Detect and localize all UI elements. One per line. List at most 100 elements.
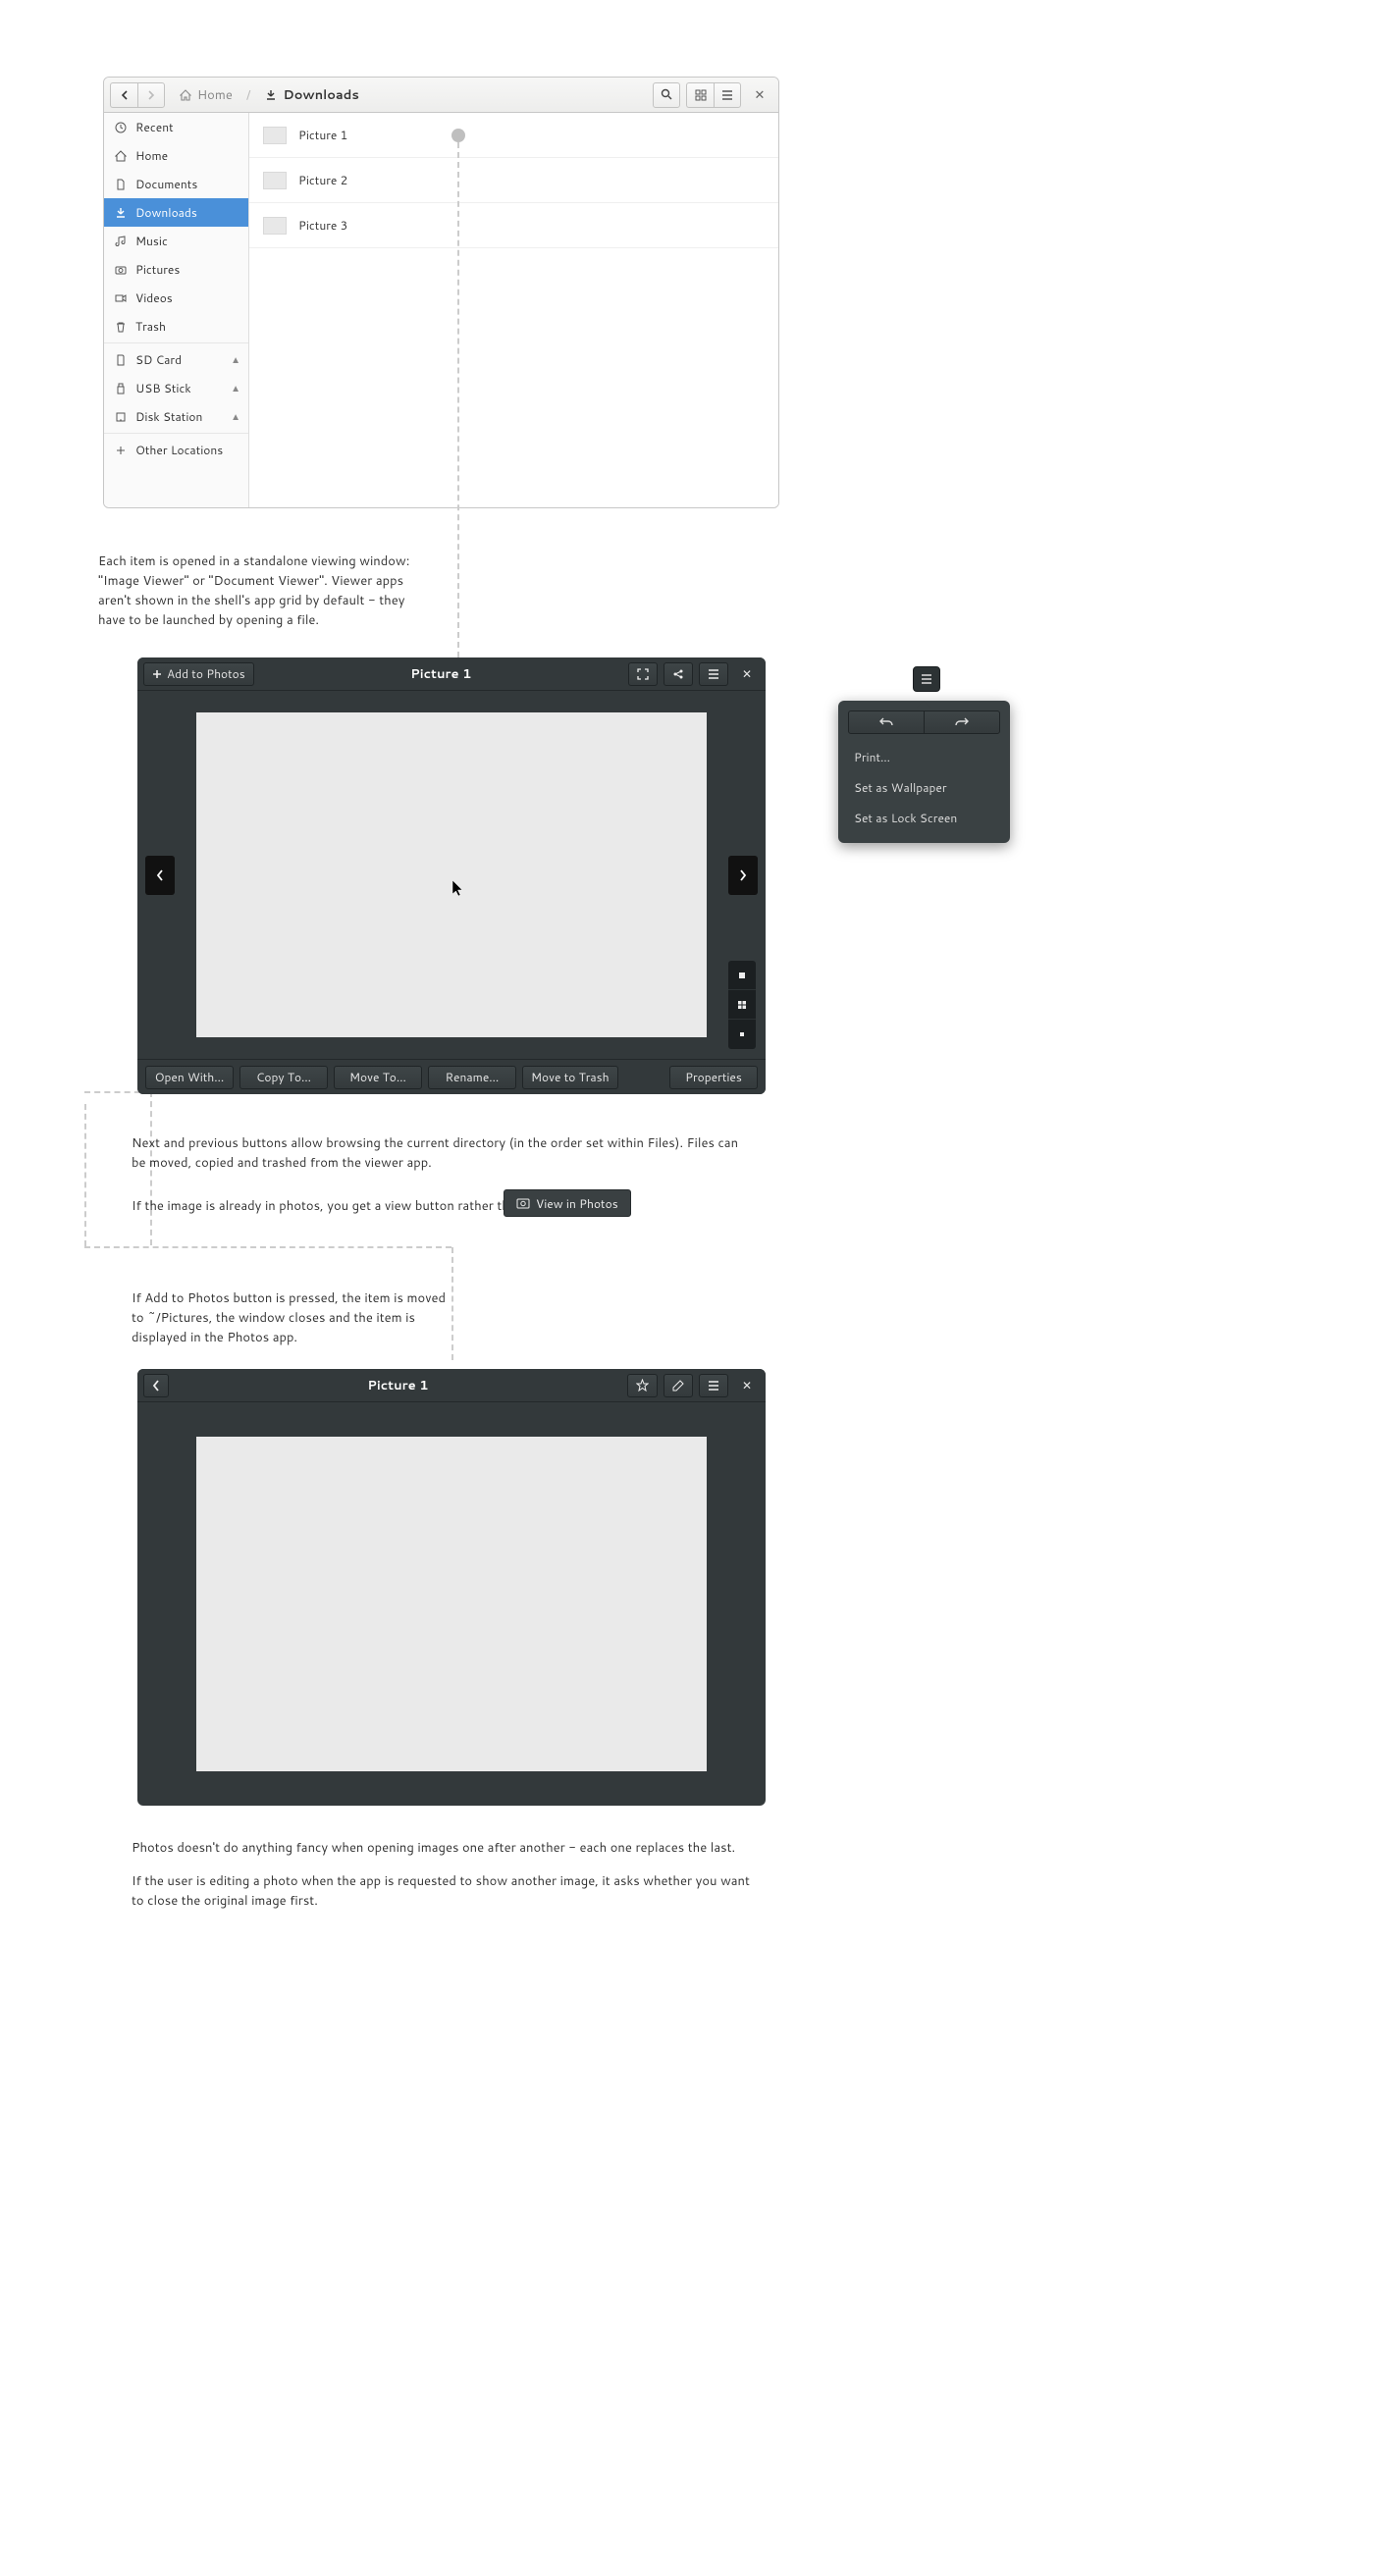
sidebar-item-music[interactable]: Music: [104, 227, 248, 255]
annotation-text: Next and previous buttons allow browsing…: [132, 1133, 740, 1173]
close-button[interactable]: ✕: [734, 662, 760, 686]
previous-image-button[interactable]: [145, 856, 175, 895]
star-icon: [636, 1379, 649, 1392]
hamburger-menu-button[interactable]: [699, 1374, 728, 1397]
move-to-button[interactable]: Move To…: [334, 1066, 422, 1089]
move-to-trash-button[interactable]: Move to Trash: [522, 1066, 618, 1089]
menu-item-set-wallpaper[interactable]: Set as Wallpaper: [848, 772, 1000, 803]
back-button[interactable]: [143, 1374, 169, 1397]
fullscreen-button[interactable]: [628, 662, 658, 686]
sidebar-item-diskstation[interactable]: Disk Station ▲: [104, 402, 248, 431]
flow-connector: [457, 142, 459, 657]
close-button[interactable]: ✕: [734, 1374, 760, 1397]
favorite-button[interactable]: [627, 1374, 658, 1397]
camera-icon: [114, 264, 128, 276]
eject-icon[interactable]: ▲: [231, 382, 240, 395]
nas-icon: [114, 411, 128, 423]
next-image-button[interactable]: [728, 856, 758, 895]
usb-icon: [114, 383, 128, 394]
sidebar-item-usbstick[interactable]: USB Stick ▲: [104, 374, 248, 402]
sidebar-item-documents[interactable]: Documents: [104, 170, 248, 198]
sidebar-item-downloads[interactable]: Downloads: [104, 198, 248, 227]
eject-icon[interactable]: ▲: [231, 353, 240, 367]
rotate-left-icon: [879, 716, 893, 728]
breadcrumb-home[interactable]: Home: [171, 82, 240, 108]
menu-item-print[interactable]: Print…: [848, 742, 1000, 772]
rotate-right-icon: [955, 716, 969, 728]
rename-button[interactable]: Rename…: [428, 1066, 516, 1089]
photos-headerbar: Picture 1 ✕: [137, 1369, 766, 1402]
sidebar-item-pictures[interactable]: Pictures: [104, 255, 248, 284]
sidebar-item-label: Downloads: [135, 204, 197, 221]
list-item[interactable]: Picture 3: [249, 203, 778, 248]
breadcrumb-current[interactable]: Downloads: [256, 82, 366, 108]
download-icon: [264, 89, 278, 101]
breadcrumb-current-label: Downloads: [283, 86, 358, 104]
hamburger-icon: [708, 669, 719, 679]
video-icon: [114, 292, 128, 304]
viewer-footer: Open With… Copy To… Move To… Rename… Mov…: [137, 1059, 766, 1094]
viewer-title: Picture 1: [260, 665, 622, 683]
eject-icon[interactable]: ▲: [231, 410, 240, 424]
files-headerbar: Home / Downloads: [104, 78, 778, 113]
rotate-right-button[interactable]: [924, 710, 1000, 734]
files-sidebar: Recent Home Documents Downloads Music: [104, 113, 249, 507]
sidebar-item-label: Documents: [135, 176, 197, 192]
sidebar-item-home[interactable]: Home: [104, 141, 248, 170]
zoom-in-button[interactable]: [728, 990, 756, 1020]
share-button[interactable]: [663, 662, 693, 686]
edit-button[interactable]: [663, 1374, 693, 1397]
annotation-text: Each item is opened in a standalone view…: [98, 552, 422, 631]
sidebar-item-label: Other Locations: [135, 442, 223, 458]
list-view-button[interactable]: [714, 82, 741, 108]
hamburger-menu-button[interactable]: [699, 662, 728, 686]
list-item[interactable]: Picture 1: [249, 113, 778, 158]
zoom-fit-button[interactable]: [728, 961, 756, 990]
sidebar-item-label: Trash: [135, 318, 166, 335]
properties-button[interactable]: Properties: [669, 1066, 758, 1089]
file-list: Picture 1 Picture 2 Picture 3: [249, 113, 778, 507]
flow-connector: [84, 1246, 451, 1248]
download-icon: [114, 207, 128, 219]
menu-item-set-lockscreen[interactable]: Set as Lock Screen: [848, 803, 1000, 833]
menu-item-label: Set as Wallpaper: [854, 779, 947, 796]
zoom-out-button[interactable]: [728, 1020, 756, 1049]
list-item[interactable]: Picture 2: [249, 158, 778, 203]
doc-icon: [114, 179, 128, 190]
thumbnail-icon: [263, 127, 287, 144]
clock-icon: [114, 122, 128, 133]
home-icon: [114, 150, 128, 162]
forward-button[interactable]: [137, 82, 165, 108]
sidebar-item-videos[interactable]: Videos: [104, 284, 248, 312]
close-button[interactable]: ✕: [747, 86, 772, 104]
button-label: Move to Trash: [531, 1069, 610, 1085]
list-icon: [721, 89, 733, 101]
breadcrumb-sep: /: [246, 86, 251, 104]
button-label: Move To…: [349, 1069, 406, 1085]
search-button[interactable]: [653, 82, 680, 108]
add-to-photos-button[interactable]: Add to Photos: [143, 662, 254, 686]
close-icon: ✕: [755, 86, 766, 104]
sidebar-item-recent[interactable]: Recent: [104, 113, 248, 141]
rotate-left-button[interactable]: [848, 710, 925, 734]
menu-item-label: Print…: [854, 749, 890, 765]
button-label: Properties: [685, 1069, 742, 1085]
back-button[interactable]: [110, 82, 137, 108]
grid-icon: [695, 89, 707, 101]
file-name: Picture 1: [298, 127, 347, 143]
sidebar-item-trash[interactable]: Trash: [104, 312, 248, 341]
plus-icon: [114, 445, 128, 456]
copy-to-button[interactable]: Copy To…: [239, 1066, 328, 1089]
sidebar-item-label: Recent: [135, 119, 174, 135]
sidebar-item-other-locations[interactable]: Other Locations: [104, 436, 248, 464]
open-with-button[interactable]: Open With…: [145, 1066, 234, 1089]
sidebar-item-sdcard[interactable]: SD Card ▲: [104, 345, 248, 374]
grid-view-button[interactable]: [686, 82, 714, 108]
share-icon: [672, 668, 684, 680]
image-canvas: [196, 1437, 707, 1771]
annotation-text: If Add to Photos button is pressed, the …: [132, 1288, 455, 1347]
annotation-line: Photos doesn't do anything fancy when op…: [132, 1838, 760, 1858]
view-in-photos-button[interactable]: View in Photos: [504, 1189, 631, 1217]
plus-icon: [152, 669, 162, 679]
hamburger-menu-button[interactable]: [913, 666, 940, 692]
